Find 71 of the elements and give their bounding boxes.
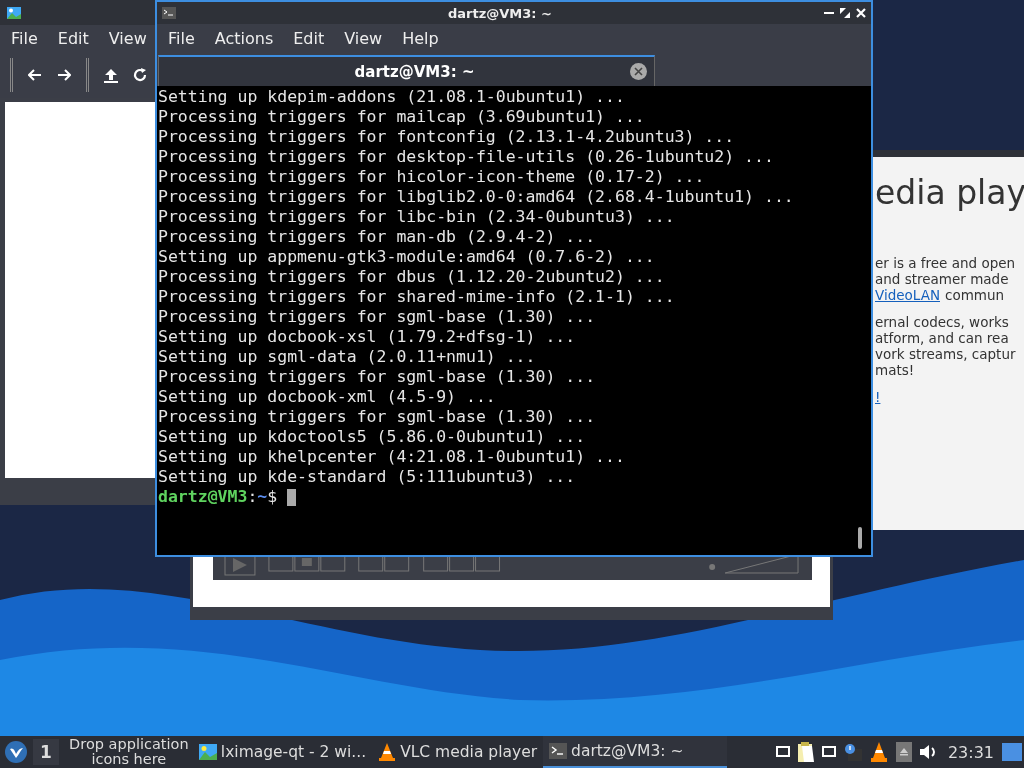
paragraph-text: vork streams, captur bbox=[875, 346, 1016, 362]
link[interactable]: VideoLAN bbox=[875, 287, 940, 303]
prompt-separator: : bbox=[247, 487, 258, 506]
menu-item[interactable]: Edit bbox=[283, 28, 335, 48]
output-line: Processing triggers for sgml-base (1.30) ... bbox=[158, 307, 597, 327]
output-line: Processing triggers for libglib2.0-0:amd64 (2.68.4-1ubuntu1) ... bbox=[158, 187, 795, 207]
output-line: Processing triggers for sgml-base (1.30) ... bbox=[158, 407, 597, 427]
output-line: Setting up sgml-data (2.0.11+nmu1) ... bbox=[158, 347, 537, 367]
output-line: Setting up kde-standard (5:111ubuntu3) ... bbox=[158, 467, 577, 487]
taskbar-task[interactable]: VLC media player bbox=[372, 736, 544, 768]
window-icon[interactable] bbox=[775, 746, 790, 758]
output-line: Processing triggers for shared-mime-info (2.1-1) ... bbox=[158, 287, 676, 307]
maximize-icon[interactable] bbox=[840, 8, 850, 18]
output-line: Processing triggers for sgml-base (1.30) ... bbox=[158, 367, 597, 387]
paragraph-text: ernal codecs, works bbox=[875, 314, 1009, 330]
back-icon[interactable] bbox=[28, 69, 42, 81]
clock[interactable]: 23:31 bbox=[947, 742, 994, 762]
menu-item[interactable]: Edit bbox=[47, 29, 99, 48]
volume-icon[interactable] bbox=[919, 744, 938, 760]
traffic-cone-icon bbox=[378, 743, 397, 761]
text-cursor bbox=[287, 489, 297, 506]
menu-item[interactable]: File bbox=[1, 29, 48, 48]
output-line: Processing triggers for libc-bin (2.34-0ubuntu3) ... bbox=[158, 207, 676, 227]
output-line: Processing triggers for dbus (1.12.20-2ubuntu2) ... bbox=[158, 267, 666, 287]
reload-icon[interactable] bbox=[133, 68, 147, 82]
menu-item[interactable]: View bbox=[98, 29, 157, 48]
eject-icon[interactable] bbox=[895, 742, 912, 762]
output-line: Setting up appmenu-gtk3-module:amd64 (0.7.6-2) ... bbox=[158, 247, 656, 267]
upload-icon[interactable] bbox=[104, 67, 118, 83]
traffic-cone-icon[interactable] bbox=[869, 742, 888, 762]
menu-item[interactable]: View bbox=[334, 28, 393, 48]
close-icon[interactable] bbox=[856, 8, 866, 18]
output-line: Processing triggers for mailcap (3.69ubuntu1) ... bbox=[158, 107, 646, 127]
terminal-tab[interactable]: dartz@VM3: ~ bbox=[158, 55, 655, 86]
menu-item[interactable]: File bbox=[158, 28, 205, 48]
clipboard-icon[interactable] bbox=[797, 742, 814, 762]
output-line: Processing triggers for desktop-file-utils (0.26-1ubuntu2) ... bbox=[158, 147, 775, 167]
prompt-user: dartz@VM3 bbox=[158, 487, 248, 506]
output-line: Setting up kdoctools5 (5.86.0-0ubuntu1) ... bbox=[158, 427, 587, 447]
output-line: Setting up docbook-xsl (1.79.2+dfsg-1) ... bbox=[158, 327, 577, 347]
paragraph-text: and streamer made bbox=[875, 271, 1009, 287]
output-line: Setting up kdepim-addons (21.08.1-0ubuntu1) ... bbox=[158, 87, 626, 107]
quicklaunch-hint: Drop application icons here bbox=[68, 737, 190, 767]
paragraph-text: commun bbox=[945, 287, 1005, 303]
taskbar-task[interactable]: lximage-qt - 2 wi... bbox=[192, 736, 373, 768]
output-line: Setting up khelpcenter (4:21.08.1-0ubuntu1) ... bbox=[158, 447, 626, 467]
window-title: dartz@VM3: ~ bbox=[447, 5, 553, 21]
terminal-icon bbox=[162, 7, 176, 19]
notification-icon[interactable] bbox=[843, 743, 862, 761]
image-icon bbox=[198, 744, 217, 760]
image-icon bbox=[7, 6, 21, 19]
output-line: Processing triggers for fontconfig (2.13.1-4.2ubuntu3) ... bbox=[158, 127, 736, 147]
output-line: Processing triggers for man-db (2.9.4-2) ... bbox=[158, 227, 597, 247]
paragraph-text: atform, and can rea bbox=[875, 330, 1009, 346]
link[interactable]: ! bbox=[875, 389, 881, 405]
forward-icon[interactable] bbox=[57, 69, 71, 81]
menu-item[interactable]: Help bbox=[392, 28, 449, 48]
output-line: Setting up docbook-xml (4.5-9) ... bbox=[158, 387, 497, 407]
prompt-symbol: $ bbox=[267, 487, 278, 506]
terminal-icon bbox=[549, 743, 568, 759]
taskbar-task[interactable]: dartz@VM3: ~ bbox=[543, 736, 728, 768]
paragraph-text: mats! bbox=[875, 362, 915, 378]
close-tab-icon[interactable] bbox=[630, 63, 647, 80]
scrollbar-thumb[interactable] bbox=[858, 527, 862, 549]
start-menu-icon[interactable] bbox=[5, 741, 27, 763]
workspace-switcher[interactable]: 1 bbox=[33, 739, 59, 765]
window-icon[interactable] bbox=[821, 746, 836, 758]
paragraph-text: er is a free and open bbox=[875, 255, 1016, 271]
prompt-path: ~ bbox=[257, 487, 268, 506]
menu-item[interactable]: Actions bbox=[204, 28, 284, 48]
output-line: Processing triggers for hicolor-icon-theme (0.17-2) ... bbox=[158, 167, 706, 187]
